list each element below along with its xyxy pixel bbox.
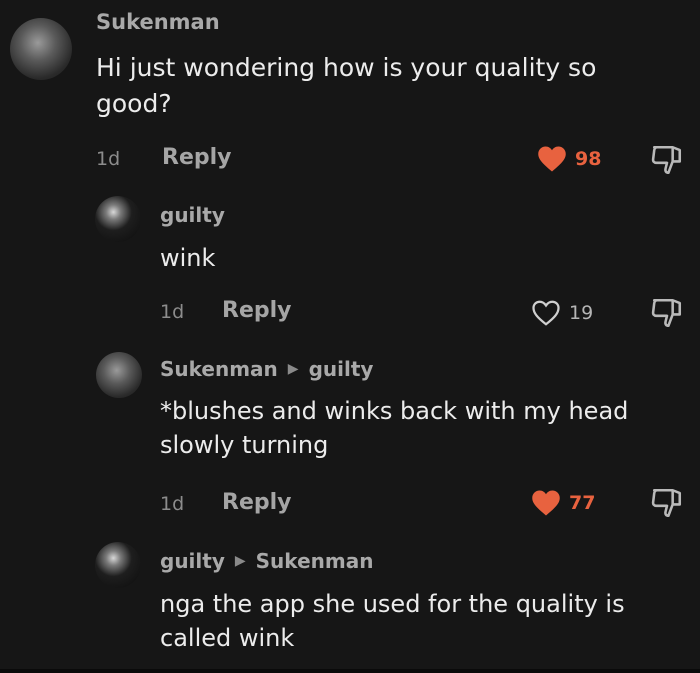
comment-text: nga the app she used for the quality is … (160, 590, 625, 653)
username-label[interactable]: guilty (160, 549, 225, 573)
comment-time: 1d (160, 301, 185, 323)
comment-username[interactable]: Sukenman ▶ guilty (160, 357, 373, 381)
reply-button[interactable]: Reply (162, 145, 232, 170)
comment-time: 1d (160, 493, 185, 515)
bottom-edge (0, 669, 700, 673)
reply-to-username[interactable]: guilty (309, 357, 374, 381)
like-count: 98 (575, 148, 602, 170)
triangle-right-icon: ▶ (287, 361, 299, 377)
triangle-right-icon: ▶ (234, 553, 246, 569)
comment-text: wink (160, 244, 216, 272)
comment-text: Hi just wondering how is your quality so… (96, 53, 597, 118)
reply-to-username[interactable]: Sukenman (256, 549, 374, 573)
heart-icon (531, 489, 561, 517)
avatar-sukenman[interactable] (96, 352, 142, 398)
comment-text: *blushes and winks back with my head slo… (160, 397, 629, 460)
like-button[interactable]: 19 (531, 299, 593, 327)
username-label[interactable]: Sukenman (96, 10, 220, 34)
heart-icon (531, 299, 561, 327)
avatar-guilty[interactable] (95, 542, 141, 588)
like-button[interactable]: 77 (531, 489, 595, 517)
comment-username[interactable]: Sukenman (96, 10, 220, 34)
comment-username[interactable]: guilty (160, 203, 225, 227)
heart-icon (537, 145, 567, 173)
thumbs-down-icon[interactable] (650, 144, 684, 176)
avatar-sukenman[interactable] (10, 18, 72, 80)
like-count: 77 (569, 492, 596, 514)
like-button[interactable]: 98 (537, 145, 601, 173)
reply-button[interactable]: Reply (222, 298, 292, 323)
username-label[interactable]: guilty (160, 203, 225, 227)
thumbs-down-icon[interactable] (650, 487, 684, 519)
comment-time: 1d (96, 148, 121, 170)
avatar-guilty[interactable] (95, 196, 141, 242)
reply-button[interactable]: Reply (222, 490, 292, 515)
username-label[interactable]: Sukenman (160, 357, 278, 381)
thumbs-down-icon[interactable] (650, 297, 684, 329)
comment-username[interactable]: guilty ▶ Sukenman (160, 549, 373, 573)
like-count: 19 (569, 302, 594, 324)
